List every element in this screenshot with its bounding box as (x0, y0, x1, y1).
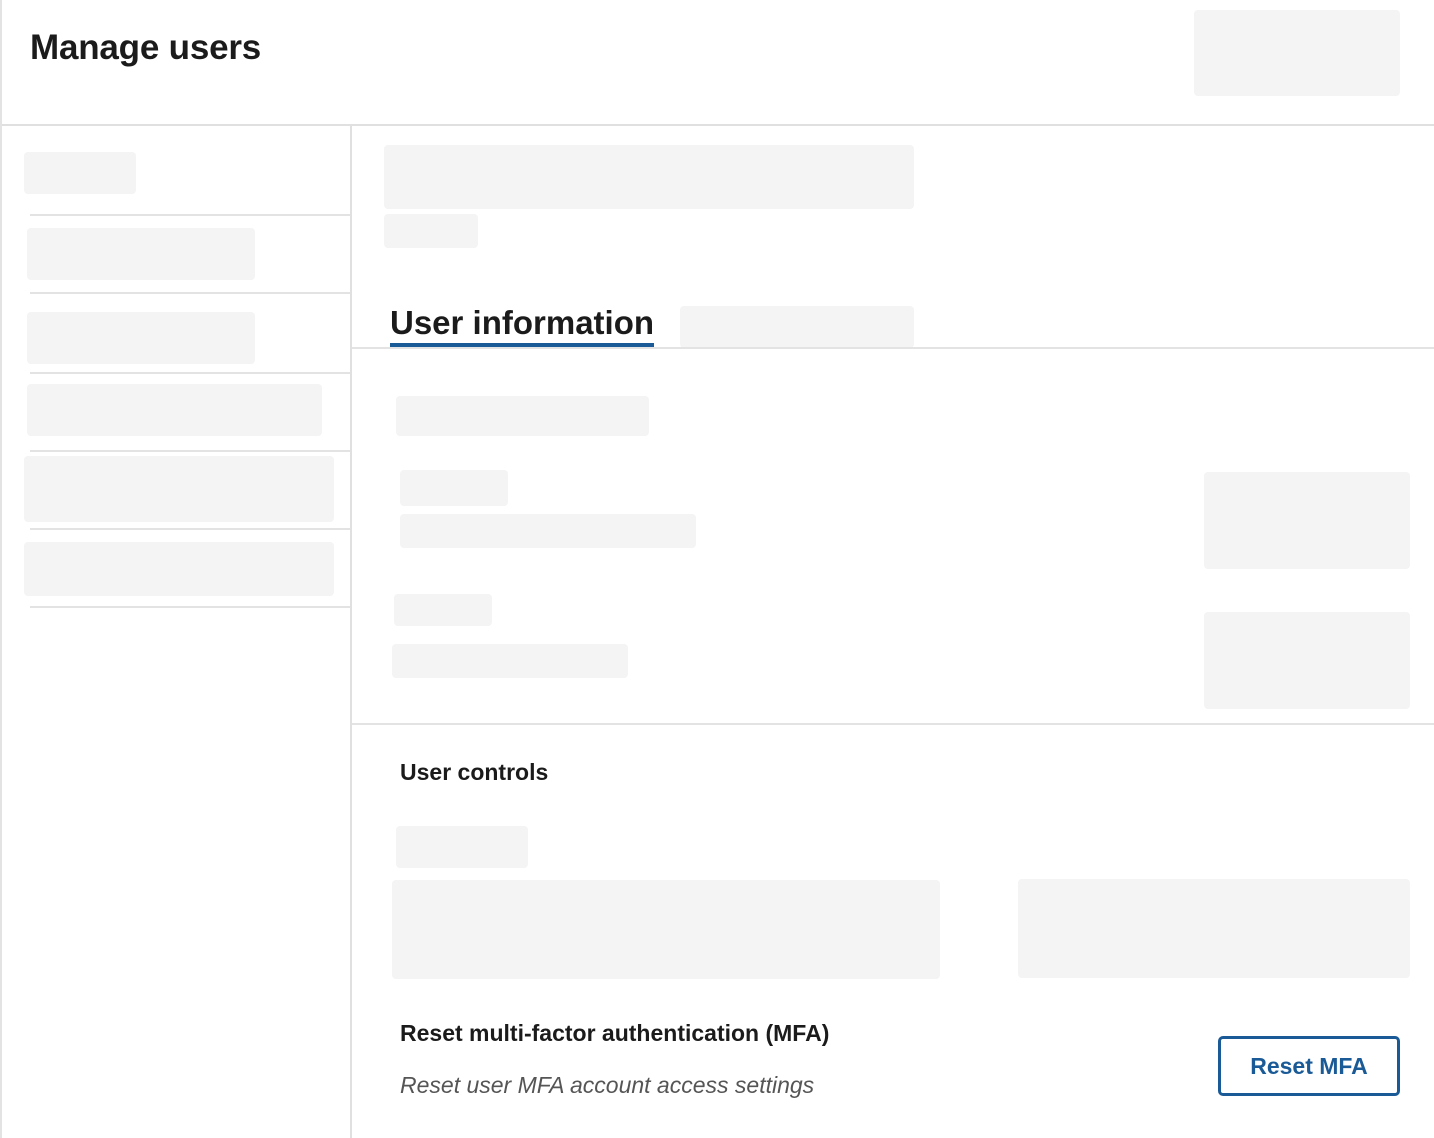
sidebar-divider (30, 528, 350, 530)
mfa-reset-description: Reset user MFA account access settings (400, 1072, 815, 1098)
field-value-placeholder (392, 644, 628, 678)
sidebar-divider (30, 214, 350, 216)
sidebar-divider (30, 292, 350, 294)
section-divider (352, 723, 1434, 725)
field-label-placeholder (400, 470, 508, 506)
tab-label: User information (390, 304, 655, 341)
sidebar-item-placeholder[interactable] (24, 456, 334, 522)
user-controls-heading: User controls (400, 759, 549, 785)
mfa-reset-title: Reset multi-factor authentication (MFA) (400, 1020, 830, 1046)
sidebar-item-placeholder[interactable] (27, 384, 322, 436)
main-content: User information User controls Reset mul… (352, 126, 1434, 1138)
sidebar-divider (30, 606, 350, 608)
section-heading-placeholder (396, 396, 649, 436)
sidebar (2, 126, 352, 1138)
sidebar-item-placeholder[interactable] (27, 312, 255, 364)
field-action-placeholder[interactable] (1204, 472, 1410, 569)
sidebar-divider (30, 450, 350, 452)
sidebar-item-placeholder[interactable] (27, 228, 255, 280)
tab-bar-divider (352, 347, 1434, 349)
tab-user-information[interactable]: User information (390, 304, 654, 350)
field-action-placeholder[interactable] (1204, 612, 1410, 709)
field-label-placeholder (394, 594, 492, 626)
user-subtitle-placeholder (384, 214, 478, 248)
page-title: Manage users (30, 28, 262, 67)
reset-mfa-button[interactable]: Reset MFA (1218, 1036, 1400, 1096)
sidebar-divider (30, 372, 350, 374)
control-action-placeholder[interactable] (1018, 879, 1410, 978)
tab-placeholder[interactable] (680, 306, 914, 348)
header-action-placeholder (1194, 10, 1400, 96)
field-value-placeholder (400, 514, 696, 548)
sidebar-heading-placeholder (24, 152, 136, 194)
sidebar-item-placeholder[interactable] (24, 542, 334, 596)
user-name-placeholder (384, 145, 914, 209)
page-header: Manage users (2, 0, 1434, 126)
control-description-placeholder (392, 880, 940, 979)
manage-users-page: Manage users User information User contr… (0, 0, 1434, 1138)
control-label-placeholder (396, 826, 528, 868)
